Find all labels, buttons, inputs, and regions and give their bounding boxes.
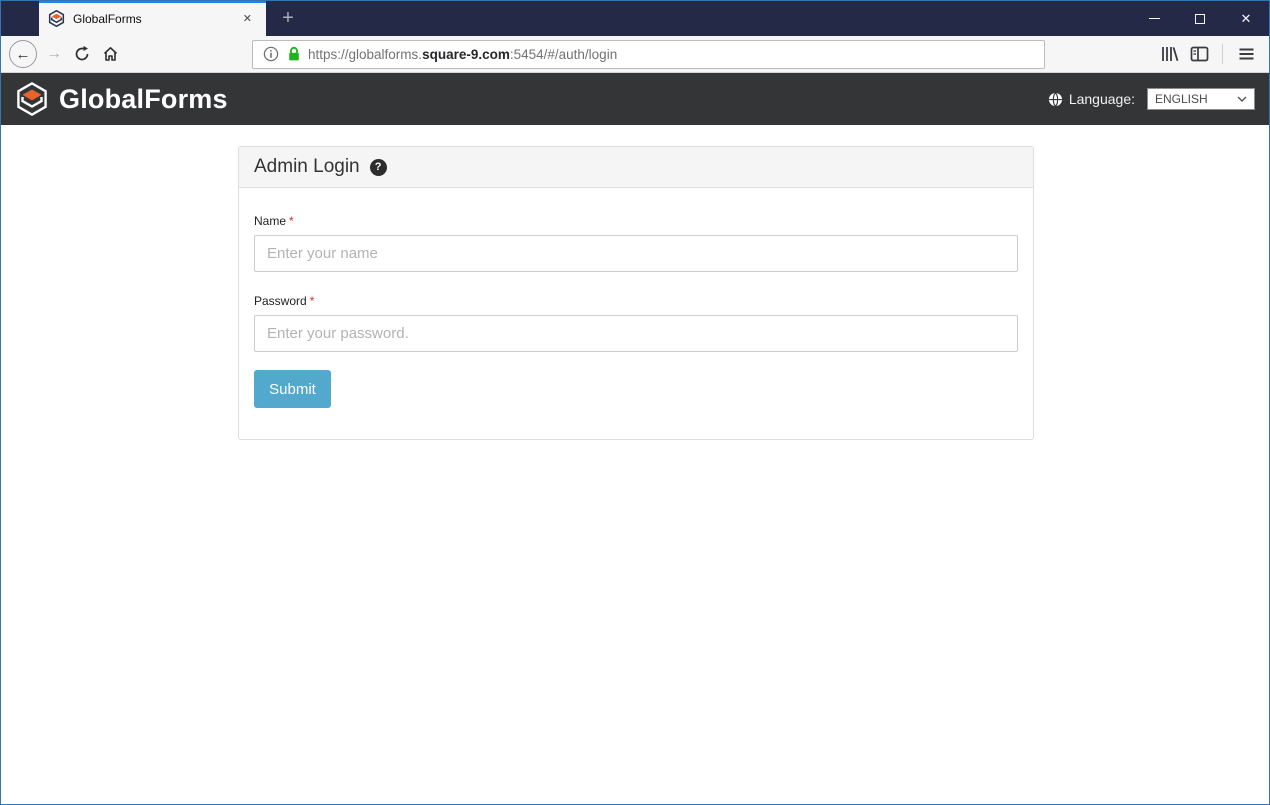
library-icon [1161,47,1178,62]
toolbar-right-icons [1154,40,1261,68]
globalforms-logo-icon [17,82,47,116]
required-marker: * [309,294,315,308]
page-content: Admin Login ? Name* Password* Submit [1,146,1269,804]
close-icon: ✕ [1240,10,1252,26]
hamburger-menu-icon [1239,48,1253,60]
globe-icon [1048,92,1062,106]
secure-lock-icon [289,46,299,61]
browser-toolbar: ← → https://globalforms.square-9.com:545… [1,36,1269,73]
browser-titlebar: GlobalForms ✕ + ✕ [1,1,1269,36]
help-icon[interactable]: ? [369,158,387,176]
minimize-icon [1148,18,1160,19]
chevron-down-icon [1237,96,1247,102]
panel-header: Admin Login ? [239,147,1033,188]
home-icon [103,47,117,61]
language-label: Language: [1068,91,1135,107]
home-button[interactable] [96,40,124,68]
globalforms-header: GlobalForms Language: ENGLISH [1,73,1269,125]
language-area: Language: ENGLISH [1048,88,1255,110]
globalforms-favicon-icon [48,10,65,27]
language-selected-value: ENGLISH [1155,92,1208,106]
close-window-button[interactable]: ✕ [1223,1,1269,36]
back-icon: ← [15,45,31,63]
tab-close-icon[interactable]: ✕ [238,9,257,28]
panel-body: Name* Password* Submit [239,188,1033,439]
brand-title: GlobalForms [59,83,228,114]
maximize-button[interactable] [1177,1,1223,36]
url-domain: square-9.com [422,46,510,62]
reload-icon [75,46,89,61]
tab-title: GlobalForms [73,11,142,26]
sidebar-icon [1190,46,1208,62]
forward-button[interactable]: → [40,40,68,68]
page-title: Admin Login [254,156,360,177]
language-select[interactable]: ENGLISH [1147,88,1255,110]
password-input[interactable] [254,315,1018,352]
toolbar-separator [1222,44,1223,64]
name-input[interactable] [254,235,1018,272]
active-tab-accent [39,1,266,3]
menu-button[interactable] [1231,40,1261,68]
password-field-group: Password * [254,294,1018,352]
required-marker: * [289,214,294,228]
library-button[interactable] [1154,40,1184,68]
reload-button[interactable] [68,40,96,68]
back-button[interactable]: ← [9,40,37,68]
password-label: Password * [254,294,315,308]
minimize-button[interactable] [1131,1,1177,36]
window-controls: ✕ [1131,1,1269,36]
maximize-icon [1195,13,1205,24]
page-info-icon [263,46,279,62]
browser-window: GlobalForms ✕ + ✕ ← → https://globalform… [0,0,1270,805]
submit-button[interactable]: Submit [254,370,331,408]
forward-icon: → [46,45,62,62]
browser-tab-globalforms[interactable]: GlobalForms ✕ [39,1,266,36]
admin-login-panel: Admin Login ? Name* Password* Submit [238,146,1034,440]
sidebar-button[interactable] [1184,40,1214,68]
url-text: https://globalforms.square-9.com:5454/#/… [308,46,618,62]
address-bar[interactable]: https://globalforms.square-9.com:5454/#/… [252,39,1045,69]
new-tab-button[interactable]: + [274,4,302,32]
name-label: Name * [254,214,294,228]
name-field-group: Name * [254,214,1018,272]
